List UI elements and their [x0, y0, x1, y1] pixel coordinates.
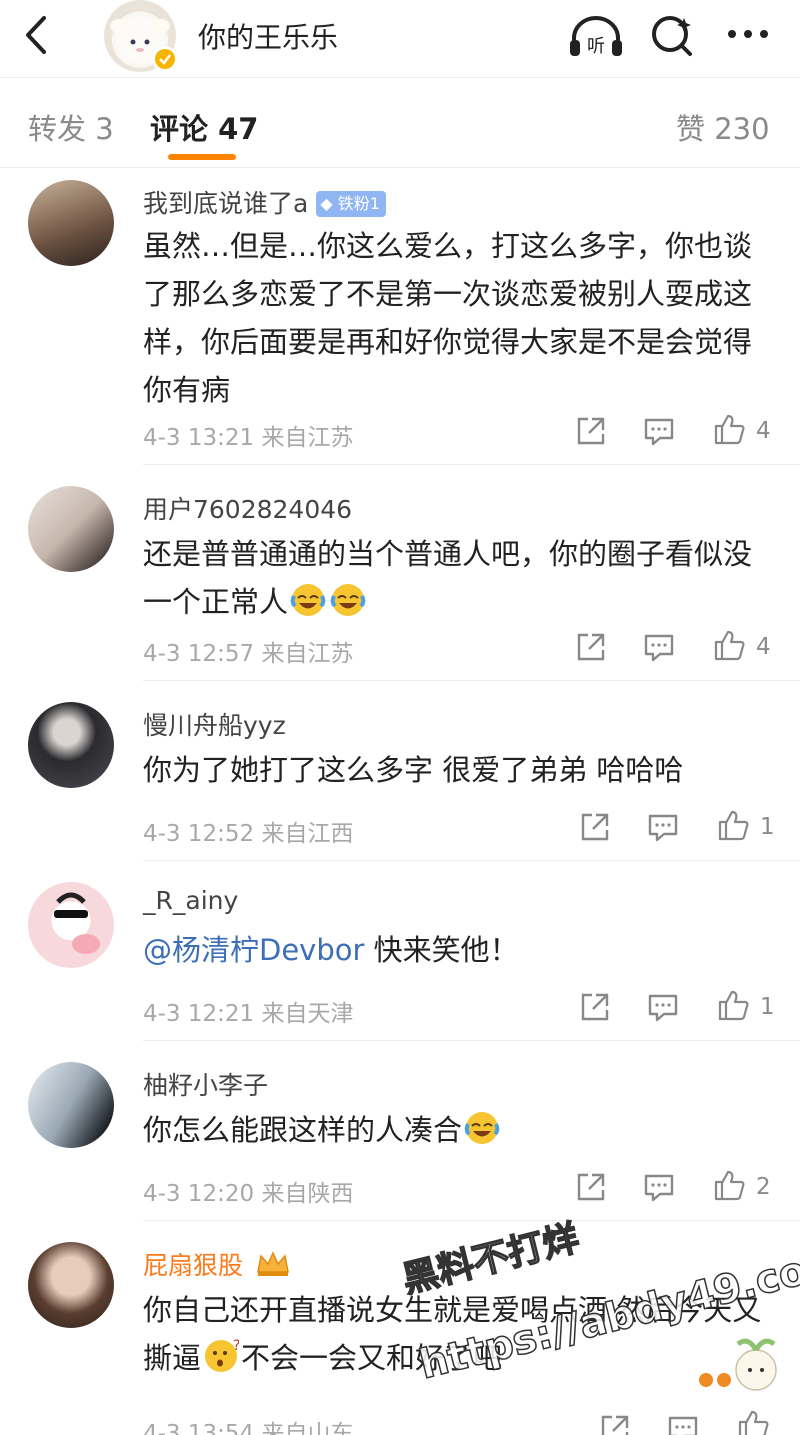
avatar[interactable] — [28, 1242, 114, 1328]
more-icon[interactable] — [720, 12, 780, 60]
avatar[interactable] — [28, 486, 114, 572]
like-icon[interactable] — [716, 808, 750, 842]
comment-meta: 4-3 13:21 来自江苏 — [143, 425, 354, 451]
comment-text: @杨清柠Devbor 快来笑他！ — [143, 933, 519, 967]
divider — [143, 680, 800, 681]
share-icon[interactable] — [574, 414, 608, 448]
listen-icon[interactable]: 听 — [566, 12, 626, 60]
fan-badge: ◆ 铁粉1 — [316, 191, 386, 217]
mention-link[interactable]: @杨清柠Devbor — [143, 933, 364, 967]
search-icon[interactable] — [644, 12, 704, 60]
comment-username[interactable]: 柚籽小李子 — [143, 1066, 268, 1102]
reply-icon[interactable] — [666, 1412, 700, 1435]
comment-text: 还是普普通通的当个普通人吧，你的圈子看似没一个正常人 — [143, 537, 753, 619]
avatar[interactable] — [28, 1062, 114, 1148]
tab-likes[interactable]: 赞 230 — [676, 106, 770, 148]
avatar[interactable] — [28, 180, 114, 266]
share-icon[interactable] — [574, 630, 608, 664]
divider — [143, 1040, 800, 1041]
listen-label: 听 — [587, 36, 605, 57]
like-icon[interactable] — [716, 988, 750, 1022]
reply-icon[interactable] — [646, 810, 680, 844]
tab-reposts[interactable]: 转发 3 — [28, 106, 114, 148]
reply-icon[interactable] — [646, 990, 680, 1024]
laugh-cry-emoji-icon — [330, 582, 366, 618]
like-count: 1 — [760, 994, 775, 1020]
comment-username[interactable]: 屁扇狠股 — [143, 1246, 291, 1282]
like-count: 2 — [756, 1174, 771, 1200]
reply-icon[interactable] — [642, 1170, 676, 1204]
tab-bar: 转发 3 评论 47 赞 230 — [0, 80, 800, 168]
share-icon[interactable] — [574, 1170, 608, 1204]
comment-meta: 4-3 12:57 来自江苏 — [143, 641, 354, 667]
share-icon[interactable] — [578, 990, 612, 1024]
like-icon[interactable] — [736, 1408, 770, 1435]
like-count: 4 — [756, 634, 771, 660]
back-icon[interactable] — [18, 12, 58, 58]
comment-username[interactable]: _R_ainy — [143, 886, 238, 915]
like-icon[interactable] — [712, 1168, 746, 1202]
active-tab-indicator — [168, 154, 236, 160]
comment-meta: 4-3 12:21 来自天津 — [143, 1001, 354, 1027]
comment-meta: 4-3 12:52 来自江西 — [143, 821, 354, 847]
thinking-emoji-icon: ? — [203, 1338, 240, 1374]
divider — [143, 1220, 800, 1221]
like-icon[interactable] — [712, 412, 746, 446]
comment-username[interactable]: 用户7602824046 — [143, 490, 352, 526]
crown-vip-icon — [257, 1251, 289, 1276]
comment-text: 你为了她打了这么多字 很爱了弟弟 哈哈哈 — [143, 753, 684, 787]
reply-icon[interactable] — [642, 630, 676, 664]
comment-text: 虽然…但是…你这么爱么，打这么多字，你也谈了那么多恋爱了不是第一次谈恋爱被别人耍… — [143, 229, 753, 407]
verified-badge-icon — [152, 46, 178, 72]
divider — [143, 860, 800, 861]
avatar[interactable] — [28, 882, 114, 968]
comment-text: 你怎么能跟这样的人凑合 — [143, 1106, 763, 1154]
share-icon[interactable] — [578, 810, 612, 844]
comment-meta: 4-3 12:20 来自陕西 — [143, 1181, 354, 1207]
like-icon[interactable] — [712, 628, 746, 662]
laugh-cry-emoji-icon — [464, 1110, 500, 1146]
top-bar: 你的王乐乐 听 — [0, 0, 800, 78]
laugh-cry-emoji-icon — [290, 582, 326, 618]
reply-icon[interactable] — [642, 414, 676, 448]
like-count: 4 — [756, 418, 771, 444]
divider — [143, 464, 800, 465]
radish-sticker-icon — [699, 1338, 777, 1391]
share-icon[interactable] — [598, 1412, 632, 1435]
like-count: 1 — [760, 814, 775, 840]
comment-username[interactable]: 我到底说谁了a ◆ 铁粉1 — [143, 184, 386, 220]
comment-meta: 4-3 13:54 来自山东 — [143, 1421, 354, 1435]
avatar[interactable] — [28, 702, 114, 788]
svg-text:?: ? — [233, 1338, 239, 1354]
tab-comments[interactable]: 评论 47 — [150, 106, 258, 148]
page-title: 你的王乐乐 — [198, 21, 339, 54]
comment-username[interactable]: 慢川舟船yyz — [143, 706, 286, 742]
